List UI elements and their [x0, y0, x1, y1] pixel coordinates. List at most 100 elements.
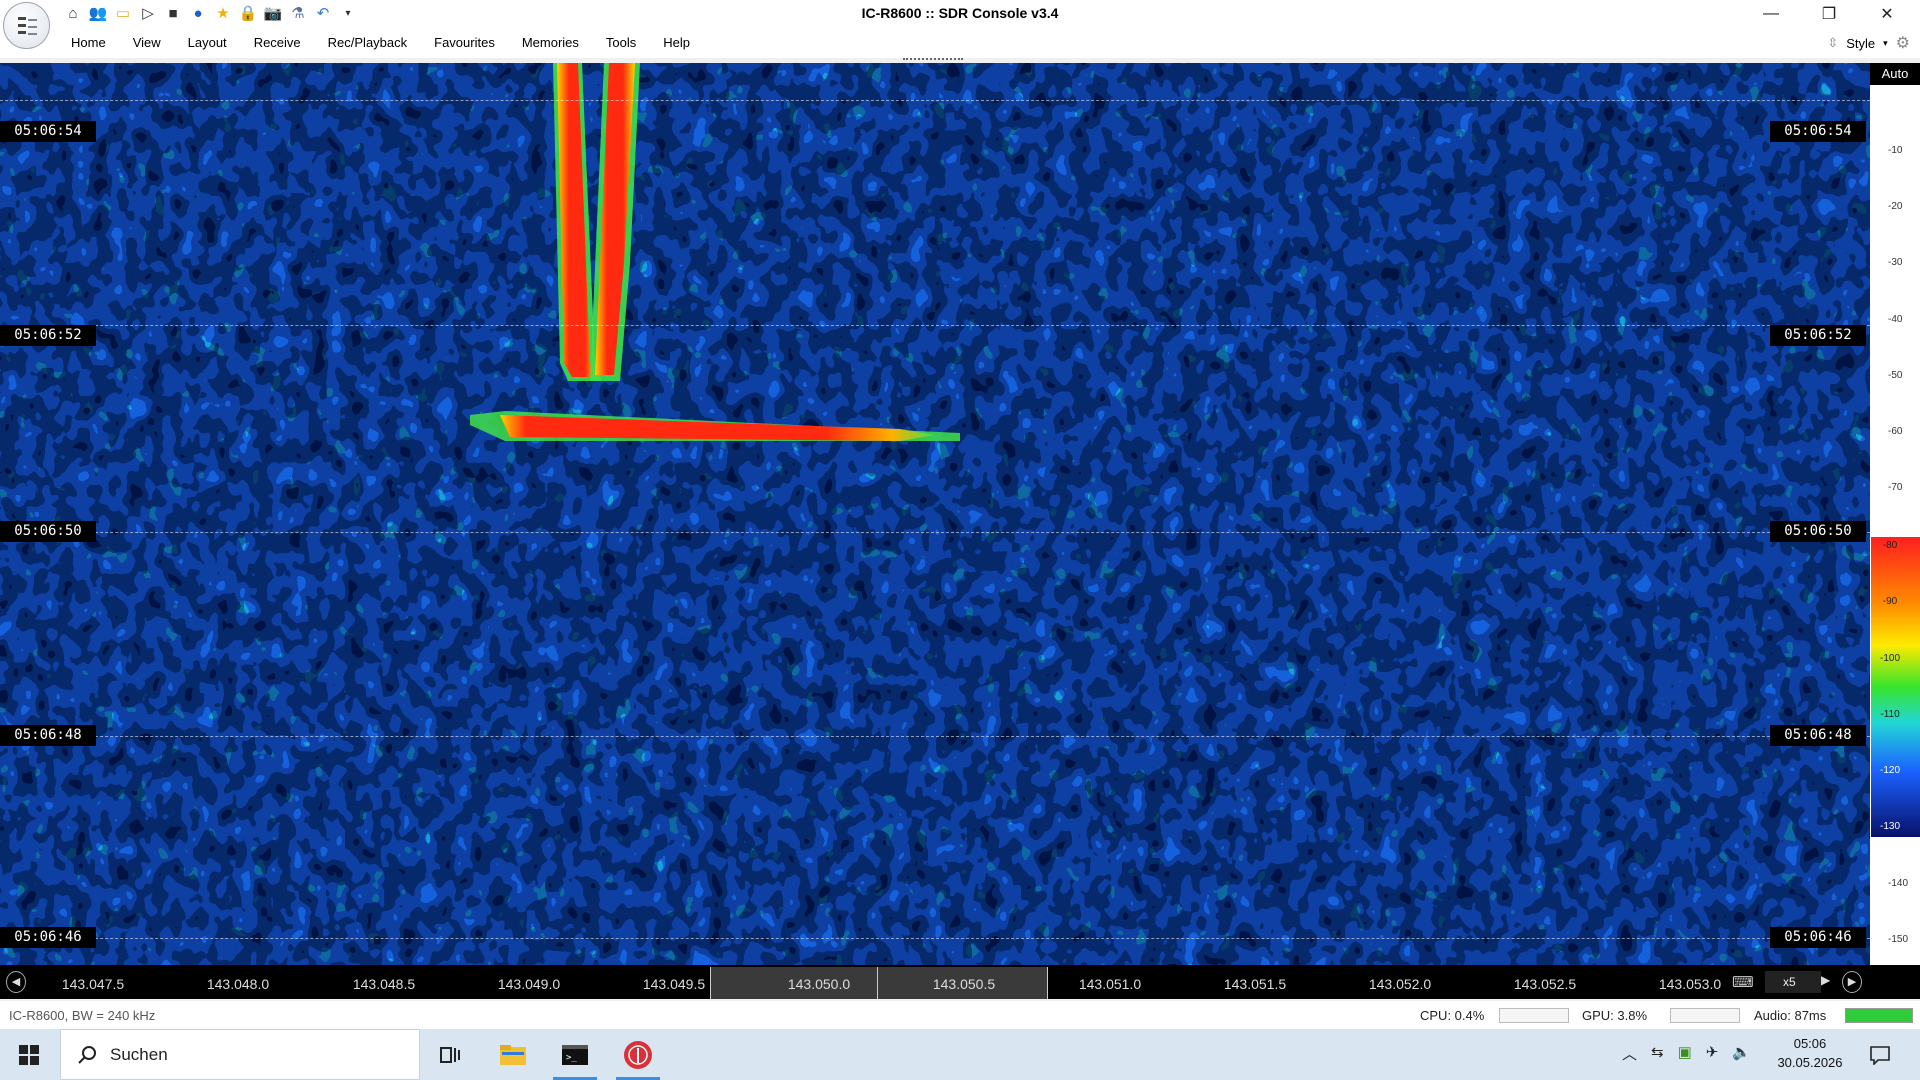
gpu-status: GPU: 3.8%: [1582, 1008, 1648, 1023]
network-icon[interactable]: ⇆: [1651, 1043, 1664, 1064]
close-button[interactable]: ✕: [1864, 0, 1910, 27]
db-tick: -90: [1882, 596, 1898, 607]
db-tick: -60: [1888, 426, 1903, 437]
db-tick: -100: [1879, 653, 1900, 664]
keyboard-icon[interactable]: ⌨: [1732, 973, 1754, 991]
waterfall-display[interactable]: 05:06:54 05:06:54 05:06:52 05:06:52 05:0…: [0, 63, 1870, 965]
db-tick: -110: [1880, 709, 1900, 720]
freq-label: 143.050.0: [787, 976, 851, 992]
freq-label: 143.048.5: [352, 976, 416, 992]
airplane-mode-icon[interactable]: ✈: [1706, 1043, 1719, 1064]
zoom-next-icon[interactable]: ▶: [1821, 973, 1830, 987]
volume-icon[interactable]: 🔈: [1732, 1043, 1751, 1064]
freq-label: 143.050.5: [932, 976, 996, 992]
tab-view[interactable]: View: [120, 35, 175, 50]
waterfall-image: [0, 63, 1870, 965]
gear-icon[interactable]: ⚙: [1896, 33, 1910, 53]
freq-label: 143.052.0: [1368, 976, 1432, 992]
time-gridline: [0, 100, 1870, 101]
terminal-icon[interactable]: >_: [555, 1037, 595, 1073]
time-label: 05:06:52: [0, 325, 96, 346]
sdr-console-icon[interactable]: [618, 1037, 658, 1073]
system-tray: ︿ ⇆ ▣ ✈ 🔈: [1622, 1043, 1751, 1064]
tab-memories[interactable]: Memories: [509, 35, 593, 50]
window-title: IC-R8600 :: SDR Console v3.4: [861, 5, 1059, 21]
app-menu-button[interactable]: [3, 2, 50, 49]
tab-layout[interactable]: Layout: [175, 35, 241, 50]
freq-label: 143.048.0: [206, 976, 270, 992]
db-tick: -30: [1888, 257, 1903, 268]
title-bar: ⌂ 👥 ▭ ▷ ■ ● ★ 🔒 📷 ⚗ ↶ ▾ IC-R8600 :: SDR …: [0, 0, 1920, 49]
time-gridline: [0, 736, 1870, 737]
scroll-left-icon[interactable]: ◀: [6, 971, 26, 993]
restore-button[interactable]: ❐: [1806, 0, 1852, 27]
time-label: 05:06:50: [0, 521, 96, 542]
gpu-meter: [1670, 1008, 1740, 1023]
db-tick: -140: [1888, 878, 1909, 889]
style-menu[interactable]: ⇳ Style ▾ ⚙: [1827, 33, 1910, 53]
db-tick: -10: [1888, 145, 1903, 156]
time-gridline: [0, 532, 1870, 533]
cpu-meter: [1499, 1008, 1569, 1023]
time-label: 05:06:46: [1770, 927, 1866, 948]
chevron-down-icon: ▾: [1883, 37, 1888, 48]
search-icon: [78, 1046, 96, 1064]
start-button[interactable]: [0, 1029, 58, 1080]
taskbar-clock[interactable]: 05:06 30.05.2026: [1760, 1034, 1860, 1072]
freq-label: 143.051.0: [1078, 976, 1142, 992]
tab-help[interactable]: Help: [650, 35, 704, 50]
db-scale[interactable]: Auto -10 -20 -30 -40 -50 -60 -70 -80 -90…: [1870, 63, 1920, 965]
scroll-right-icon[interactable]: ▶: [1842, 971, 1862, 993]
time-label: 05:06:54: [1770, 121, 1866, 142]
style-label[interactable]: Style: [1846, 36, 1875, 51]
file-explorer-icon[interactable]: [493, 1037, 533, 1073]
taskbar: Suchen >_ ︿ ⇆ ▣ ✈ 🔈 05:06 30.05.2026: [0, 1029, 1920, 1080]
gpu-app-icon[interactable]: ▣: [1678, 1043, 1692, 1064]
tab-tools[interactable]: Tools: [593, 35, 650, 50]
time-label: 05:06:52: [1770, 325, 1866, 346]
freq-label: 143.049.5: [642, 976, 706, 992]
tab-receive[interactable]: Receive: [241, 35, 315, 50]
freq-label: 143.047.5: [61, 976, 125, 992]
time-label: 05:06:48: [1770, 725, 1866, 746]
db-tick: -150: [1888, 934, 1909, 945]
svg-text:>_: >_: [566, 1053, 577, 1063]
tab-favourites[interactable]: Favourites: [421, 35, 509, 50]
time-label: 05:06:46: [0, 927, 96, 948]
freq-label: 143.052.5: [1513, 976, 1577, 992]
db-tick: -130: [1879, 821, 1900, 832]
frequency-axis[interactable]: ◀ 143.047.5 143.048.0 143.048.5 143.049.…: [0, 965, 1920, 999]
time-label: 05:06:50: [1770, 521, 1866, 542]
clock-time: 05:06: [1793, 1036, 1827, 1051]
db-tick: -40: [1888, 314, 1903, 325]
windows-icon: [19, 1044, 39, 1065]
tab-rec-playback[interactable]: Rec/Playback: [315, 35, 421, 50]
freq-label: 143.049.0: [497, 976, 561, 992]
db-color-scale: [1871, 537, 1920, 837]
menu-bar: Home View Layout Receive Rec/Playback Fa…: [58, 35, 704, 50]
time-gridline: [0, 325, 1870, 326]
task-view-icon[interactable]: [430, 1037, 470, 1073]
db-tick: -20: [1888, 201, 1903, 212]
freq-label: 143.051.5: [1223, 976, 1287, 992]
cpu-status: CPU: 0.4%: [1420, 1008, 1485, 1023]
receiver-frequency-line: [877, 967, 878, 999]
time-label: 05:06:48: [0, 725, 96, 746]
zoom-selector[interactable]: x5: [1765, 971, 1821, 993]
db-tick: -120: [1879, 765, 1900, 776]
auto-scale-button[interactable]: Auto: [1870, 63, 1920, 85]
device-status: IC-R8600, BW = 240 kHz: [9, 1008, 156, 1023]
audio-meter: [1845, 1008, 1913, 1023]
time-gridline: [0, 938, 1870, 939]
time-label: 05:06:54: [0, 121, 96, 142]
status-bar: IC-R8600, BW = 240 kHz CPU: 0.4% GPU: 3.…: [0, 1001, 1920, 1029]
tab-home[interactable]: Home: [58, 35, 120, 50]
minimize-button[interactable]: —: [1748, 0, 1794, 27]
taskbar-search[interactable]: Suchen: [60, 1029, 420, 1080]
collapse-ribbon-icon[interactable]: ⇳: [1827, 35, 1838, 51]
chevron-up-icon[interactable]: ︿: [1622, 1043, 1637, 1064]
notification-icon[interactable]: [1860, 1037, 1900, 1073]
db-tick: -80: [1882, 540, 1898, 551]
db-tick: -70: [1888, 482, 1903, 493]
db-tick: -50: [1888, 370, 1903, 381]
